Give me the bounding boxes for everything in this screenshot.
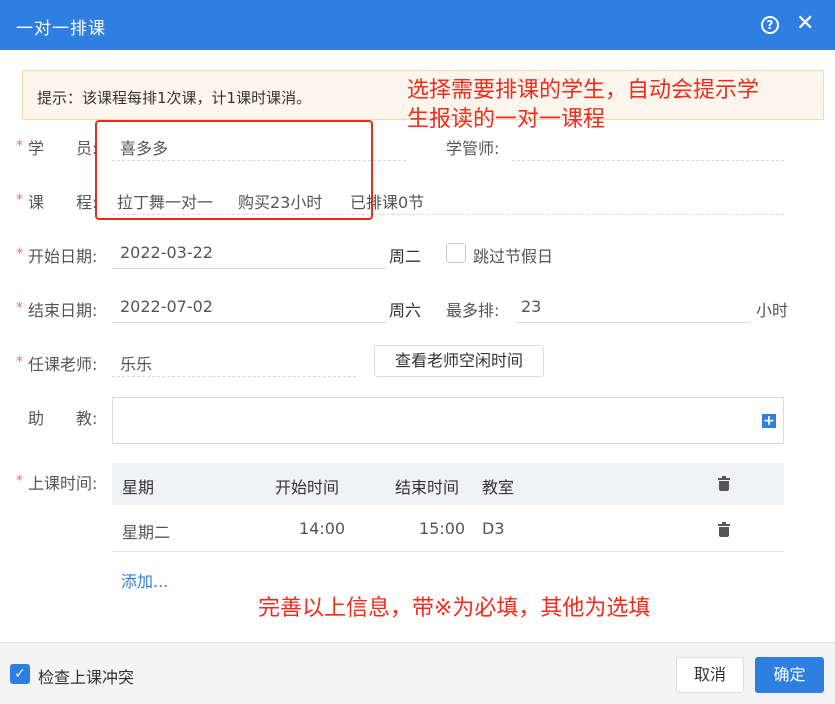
manager-label: 学管师: bbox=[446, 139, 500, 158]
assistant-input[interactable] bbox=[112, 397, 784, 444]
end-date-input[interactable]: 2022-07-02 bbox=[120, 297, 213, 316]
max-schedule-input[interactable]: 23 bbox=[521, 297, 541, 316]
required-mark: * bbox=[16, 192, 23, 208]
end-date-underline bbox=[112, 322, 386, 323]
tip-text: 提示：该课程每排1次课，计1课时课消。 bbox=[37, 89, 312, 107]
row-end-time: 15:00 bbox=[419, 519, 466, 538]
teacher-field-underline bbox=[112, 376, 356, 377]
add-row-link[interactable]: 添加... bbox=[121, 568, 168, 592]
start-date-underline bbox=[112, 268, 386, 269]
manager-field[interactable] bbox=[512, 160, 784, 161]
teacher-field[interactable]: 乐乐 bbox=[120, 351, 152, 375]
view-teacher-free-time-button[interactable]: 查看老师空闲时间 bbox=[374, 345, 544, 377]
close-icon[interactable]: ✕ bbox=[796, 12, 814, 36]
required-mark: * bbox=[16, 246, 23, 262]
course-label: 课 程: bbox=[28, 193, 98, 212]
header-weekday: 星期 bbox=[122, 478, 155, 497]
max-schedule-unit: 小时 bbox=[756, 301, 789, 320]
annotation-highlight-box bbox=[95, 120, 373, 220]
teacher-label: 任课老师: bbox=[28, 355, 98, 374]
trash-icon[interactable] bbox=[718, 522, 730, 537]
dialog-titlebar: 一对一排课 ? ✕ bbox=[0, 0, 835, 50]
class-time-label: 上课时间: bbox=[28, 474, 98, 493]
row-start-time: 14:00 bbox=[299, 519, 346, 538]
start-date-input[interactable]: 2022-03-22 bbox=[120, 243, 213, 262]
end-weekday: 周六 bbox=[389, 301, 422, 320]
check-conflict-label[interactable]: 检查上课冲突 bbox=[38, 664, 134, 688]
trash-icon[interactable] bbox=[718, 476, 730, 491]
row-weekday: 星期二 bbox=[122, 523, 171, 542]
check-conflict-checkbox[interactable]: ✓ bbox=[10, 664, 30, 684]
required-mark: * bbox=[16, 473, 23, 489]
confirm-button[interactable]: 确定 bbox=[755, 657, 824, 693]
required-mark: * bbox=[16, 300, 23, 316]
max-schedule-label: 最多排: bbox=[446, 301, 500, 320]
required-mark: * bbox=[16, 138, 23, 154]
max-schedule-underline bbox=[516, 322, 750, 323]
skip-holiday-checkbox[interactable] bbox=[446, 243, 466, 263]
header-start-time: 开始时间 bbox=[275, 478, 340, 497]
dialog-title: 一对一排课 bbox=[16, 19, 106, 39]
skip-holiday-label[interactable]: 跳过节假日 bbox=[473, 243, 553, 267]
required-mark: * bbox=[16, 354, 23, 370]
plus-icon[interactable]: + bbox=[762, 414, 776, 428]
schedule-table-header: 星期 开始时间 结束时间 教室 bbox=[112, 463, 784, 505]
cancel-button[interactable]: 取消 bbox=[676, 657, 744, 693]
start-date-label: 开始日期: bbox=[28, 247, 98, 266]
header-room: 教室 bbox=[482, 478, 515, 497]
assistant-label: 助 教: bbox=[28, 409, 98, 428]
header-end-time: 结束时间 bbox=[395, 478, 460, 497]
dialog-footer: ✓ 检查上课冲突 取消 确定 bbox=[0, 642, 835, 704]
row-room: D3 bbox=[482, 519, 505, 538]
annotation-bottom: 完善以上信息，带※为必填，其他为选填 bbox=[258, 596, 651, 621]
end-date-label: 结束日期: bbox=[28, 301, 98, 320]
question-circle-icon[interactable]: ? bbox=[761, 16, 779, 34]
annotation-top: 选择需要排课的学生，自动会提示学生报读的一对一课程 bbox=[407, 78, 760, 132]
student-label: 学 员: bbox=[28, 139, 98, 158]
start-weekday: 周二 bbox=[389, 247, 422, 266]
table-row: 星期二 14:00 15:00 D3 bbox=[112, 505, 784, 552]
